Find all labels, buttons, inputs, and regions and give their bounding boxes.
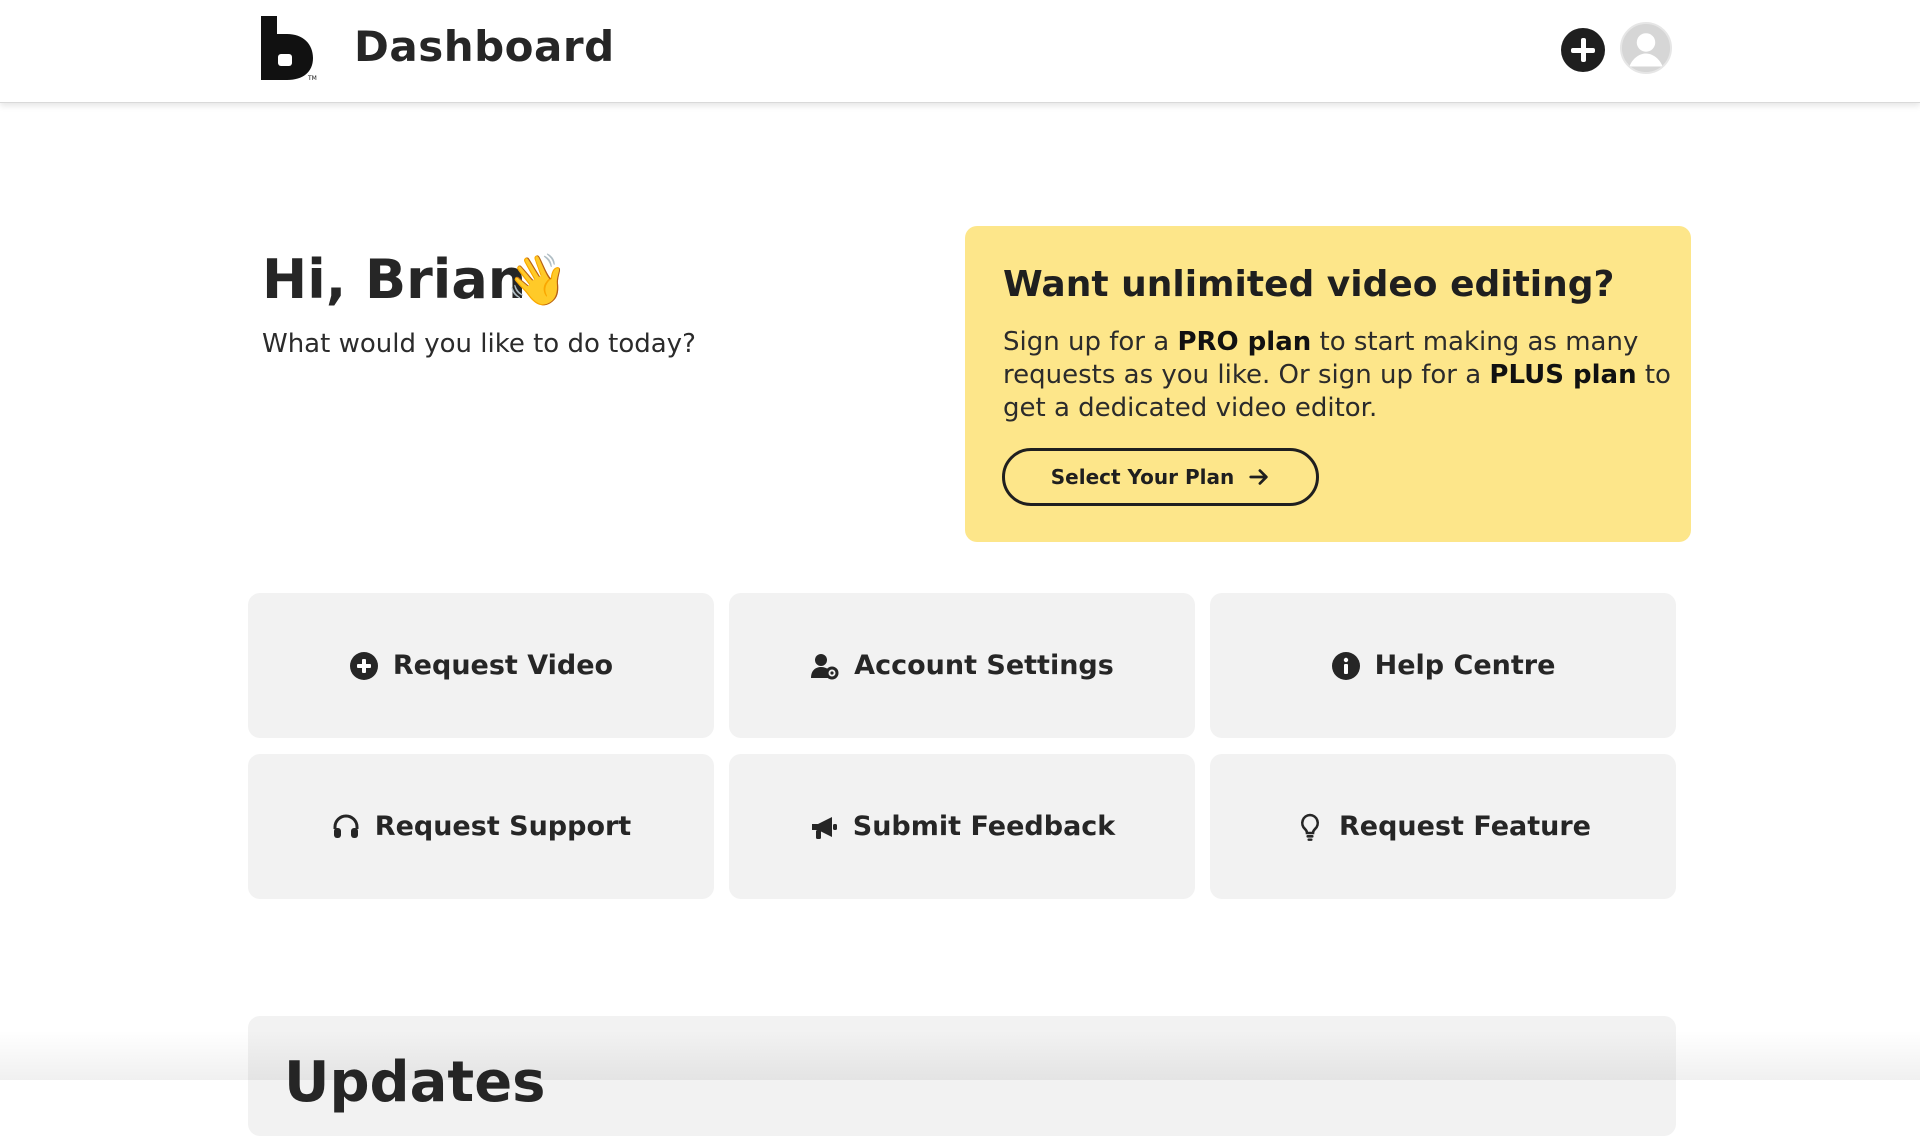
card-label: Account Settings — [854, 650, 1114, 681]
request-video-card[interactable]: Request Video — [248, 593, 714, 738]
select-plan-label: Select Your Plan — [1050, 465, 1235, 489]
promo-body-text: Sign up for a — [1003, 327, 1178, 357]
plus-circle-icon — [349, 651, 379, 681]
user-avatar-icon — [1622, 24, 1670, 72]
svg-text:TM: TM — [307, 75, 317, 82]
upgrade-promo-card: Want unlimited video editing? Sign up fo… — [965, 226, 1691, 542]
waving-hand-icon: 👋 — [506, 251, 569, 309]
request-feature-card[interactable]: Request Feature — [1210, 754, 1676, 899]
card-label: Help Centre — [1374, 650, 1556, 681]
account-settings-card[interactable]: Account Settings — [729, 593, 1195, 738]
card-label: Request Video — [392, 650, 614, 681]
add-new-button[interactable] — [1561, 28, 1605, 72]
plus-plan-text: PLUS plan — [1489, 360, 1637, 390]
info-circle-icon — [1331, 651, 1361, 681]
lightbulb-icon — [1295, 812, 1325, 842]
updates-title: Updates — [284, 1050, 546, 1115]
request-support-card[interactable]: Request Support — [248, 754, 714, 899]
help-centre-card[interactable]: Help Centre — [1210, 593, 1676, 738]
avatar[interactable] — [1620, 22, 1672, 74]
pro-plan-text: PRO plan — [1177, 327, 1312, 357]
card-label: Submit Feedback — [852, 811, 1116, 842]
megaphone-icon — [809, 812, 839, 842]
select-plan-button[interactable]: Select Your Plan — [1002, 448, 1319, 506]
card-label: Request Support — [374, 811, 632, 842]
promo-body: Sign up for a PRO plan to start making a… — [1003, 326, 1673, 425]
arrow-right-icon — [1249, 469, 1268, 485]
promo-title: Want unlimited video editing? — [1003, 264, 1615, 305]
updates-section: Updates — [248, 1016, 1676, 1136]
card-label: Request Feature — [1339, 811, 1591, 842]
greeting-subtitle: What would you like to do today? — [262, 329, 696, 359]
submit-feedback-card[interactable]: Submit Feedback — [729, 754, 1195, 899]
greeting-heading: Hi, Brian — [262, 248, 527, 311]
top-bar: TM Dashboard — [0, 0, 1920, 103]
headset-icon — [331, 812, 361, 842]
brand-logo-icon[interactable]: TM — [258, 14, 318, 82]
user-gear-icon — [810, 651, 840, 681]
page-title: Dashboard — [354, 22, 615, 71]
